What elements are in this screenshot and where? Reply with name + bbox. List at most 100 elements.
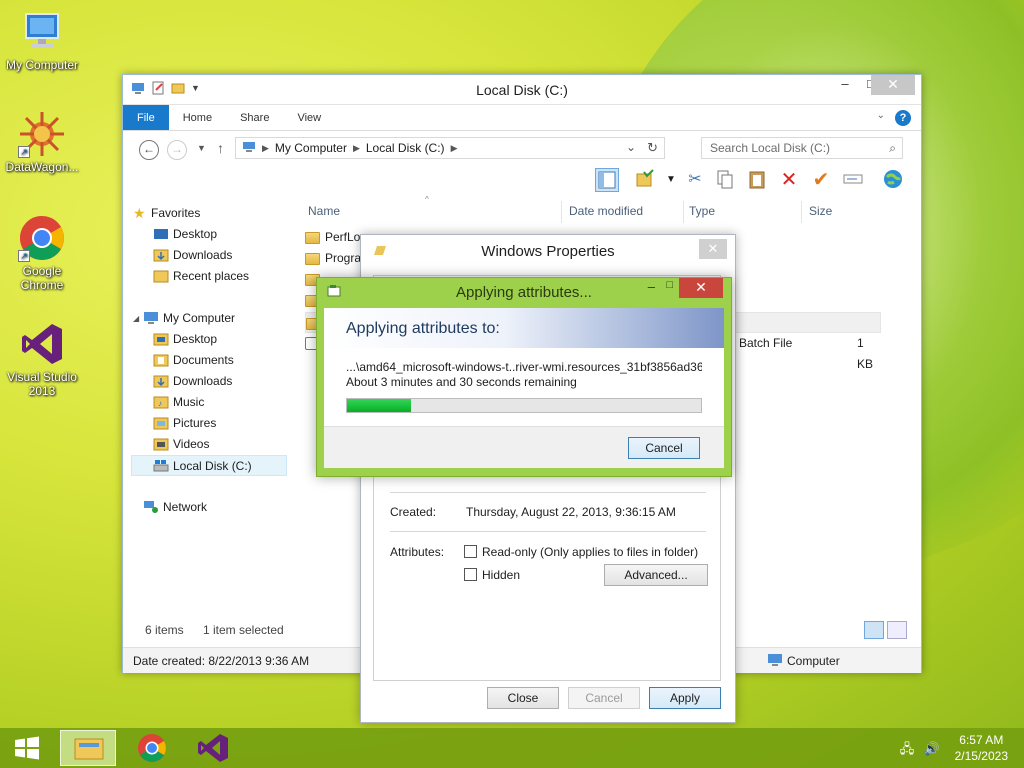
desktop-icon-chrome[interactable]: ↗ Google Chrome	[2, 214, 82, 292]
explorer-titlebar[interactable]: ▼ Local Disk (C:) – □ ✕	[123, 75, 921, 105]
column-headers: Name ^ Date modified Type Size	[305, 195, 881, 223]
desktop-icon-my-computer[interactable]: My Computer	[2, 8, 82, 72]
nav-pc-music[interactable]: ♪ Music	[131, 392, 291, 413]
apply-button[interactable]: Apply	[649, 687, 721, 709]
breadcrumb-separator[interactable]: ▶	[353, 143, 360, 154]
svg-text:♪: ♪	[158, 399, 162, 408]
start-button[interactable]	[0, 730, 52, 766]
forward-button[interactable]: →	[167, 140, 187, 160]
star-icon: ★	[133, 205, 146, 221]
search-input[interactable]: Search Local Disk (C:) ⌕	[701, 137, 903, 159]
refresh-icon[interactable]: ↻	[647, 140, 658, 156]
nav-label: Network	[163, 500, 208, 514]
current-file-path: ...\amd64_microsoft-windows-t..river-wmi…	[346, 360, 702, 374]
folder-options-icon[interactable]	[633, 168, 657, 192]
column-size[interactable]: Size	[809, 204, 832, 218]
nav-pc-documents[interactable]: Documents	[131, 350, 291, 371]
properties-title: Windows Properties	[481, 243, 615, 260]
taskbar: 🖧 🔊 6:57 AM 2/15/2023	[0, 728, 1024, 768]
cancel-button[interactable]: Cancel	[628, 437, 700, 459]
nav-pc-local-disk[interactable]: Local Disk (C:)	[131, 455, 287, 476]
chevron-down-icon[interactable]: ⌄	[626, 140, 636, 154]
clock-time: 6:57 AM	[959, 733, 1004, 747]
hidden-checkbox[interactable]	[464, 568, 477, 581]
recent-places-icon	[153, 269, 169, 283]
details-view-icon[interactable]	[864, 621, 884, 639]
copy-icon[interactable]	[713, 168, 737, 192]
back-button[interactable]: ←	[139, 140, 159, 160]
up-arrow-icon[interactable]: ↑	[217, 140, 224, 156]
chevron-down-icon[interactable]: ◢	[133, 308, 139, 329]
delete-icon[interactable]: ✕	[777, 168, 801, 192]
minimize-button[interactable]: –	[831, 75, 859, 95]
recent-locations-icon[interactable]: ▼	[197, 143, 206, 153]
properties-titlebar[interactable]: Windows Properties ✕	[361, 235, 735, 267]
minimize-button[interactable]: –	[648, 279, 655, 294]
chrome-icon	[138, 734, 166, 762]
volume-icon[interactable]: 🔊	[924, 741, 940, 756]
advanced-button[interactable]: Advanced...	[604, 564, 708, 586]
tab-file[interactable]: File	[123, 105, 169, 130]
desktop-icon-label: Visual Studio 2013	[7, 370, 77, 398]
chevron-down-icon[interactable]: ▼	[659, 168, 683, 192]
column-date-modified[interactable]: Date modified	[569, 204, 643, 218]
nav-pc-downloads[interactable]: Downloads	[131, 371, 291, 392]
column-name[interactable]: Name	[308, 204, 340, 218]
breadcrumb-local-disk[interactable]: Local Disk (C:)	[366, 141, 445, 155]
nav-network[interactable]: Network	[131, 497, 291, 518]
pictures-folder-icon	[153, 416, 169, 430]
help-icon[interactable]: ?	[895, 110, 911, 126]
close-dialog-button[interactable]: Close	[487, 687, 559, 709]
shortcut-arrow-icon: ↗	[18, 146, 30, 158]
taskbar-visual-studio[interactable]	[186, 730, 238, 766]
close-button[interactable]: ✕	[679, 278, 723, 298]
sun-emblem-icon: ↗	[18, 110, 66, 158]
breadcrumb-separator[interactable]: ▶	[451, 143, 458, 154]
desktop-icon-label: My Computer	[5, 58, 79, 72]
taskbar-chrome[interactable]	[124, 730, 176, 766]
nav-pc-videos[interactable]: Videos	[131, 434, 291, 455]
nav-fav-downloads[interactable]: Downloads	[131, 245, 291, 266]
cut-icon[interactable]: ✂	[683, 168, 707, 192]
breadcrumb-my-computer[interactable]: My Computer	[275, 141, 347, 155]
search-placeholder: Search Local Disk (C:)	[710, 141, 831, 155]
column-type[interactable]: Type	[689, 204, 715, 218]
nav-fav-recent[interactable]: Recent places	[131, 266, 291, 287]
nav-fav-desktop[interactable]: Desktop	[131, 224, 291, 245]
nav-favorites[interactable]: ★ Favorites	[131, 203, 291, 224]
tab-view[interactable]: View	[283, 105, 335, 130]
computer-small-icon	[767, 653, 783, 670]
close-button[interactable]: ✕	[699, 239, 727, 259]
file-size: 1 KB	[857, 336, 874, 371]
address-bar[interactable]: ▶ My Computer ▶ Local Disk (C:) ▶ ⌄ ↻	[235, 137, 665, 159]
tab-share[interactable]: Share	[226, 105, 283, 130]
applying-banner: Applying attributes to:	[324, 308, 724, 348]
readonly-checkbox[interactable]	[464, 545, 477, 558]
clock[interactable]: 6:57 AM 2/15/2023	[955, 732, 1008, 764]
globe-icon[interactable]	[881, 168, 905, 192]
tab-home[interactable]: Home	[169, 105, 226, 130]
preview-pane-icon[interactable]	[595, 168, 619, 192]
applying-titlebar[interactable]: Applying attributes... – □ ✕	[317, 278, 731, 306]
rename-icon[interactable]	[841, 168, 865, 192]
nav-pc-pictures[interactable]: Pictures	[131, 413, 291, 434]
checkmark-icon[interactable]: ✔	[809, 168, 833, 192]
file-name: Progra	[325, 251, 362, 265]
readonly-label: Read-only (Only applies to files in fold…	[482, 545, 699, 559]
breadcrumb-separator[interactable]: ▶	[262, 143, 269, 154]
cancel-button[interactable]: Cancel	[568, 687, 640, 709]
large-icons-view-icon[interactable]	[887, 621, 907, 639]
network-icon[interactable]: 🖧	[900, 741, 915, 756]
close-button[interactable]: ✕	[871, 75, 915, 95]
nav-pc-desktop[interactable]: Desktop	[131, 329, 291, 350]
navigation-bar: ← → ▼ ↑ ▶ My Computer ▶ Local Disk (C:) …	[123, 131, 921, 165]
maximize-button[interactable]: □	[666, 279, 673, 291]
desktop-icon-visual-studio[interactable]: Visual Studio 2013	[2, 320, 82, 398]
desktop-icon-datawagon[interactable]: ↗ DataWagon...	[2, 110, 82, 174]
taskbar-file-explorer[interactable]	[60, 730, 116, 766]
nav-label: Pictures	[173, 416, 217, 430]
expand-ribbon-icon[interactable]: ⌄	[877, 110, 885, 121]
nav-my-computer[interactable]: ◢ My Computer	[131, 308, 291, 329]
paste-icon[interactable]	[745, 168, 769, 192]
created-label: Created:	[390, 505, 437, 519]
